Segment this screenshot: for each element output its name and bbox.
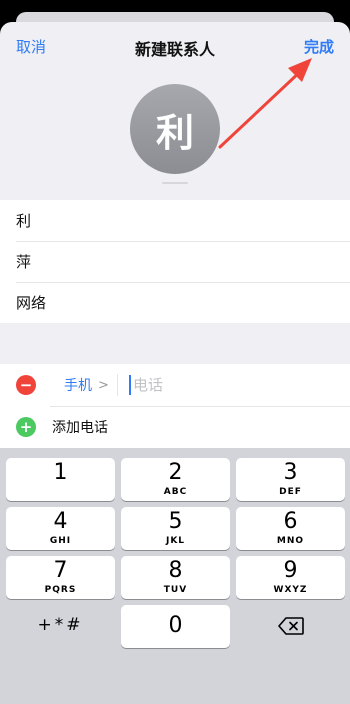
key-3-letters: DEF [279, 487, 302, 497]
key-7-letters: PQRS [44, 585, 77, 595]
phone-entry-row: − 手机 > [0, 364, 350, 406]
symbols-label: +*# [37, 615, 84, 635]
delete-key[interactable] [236, 605, 345, 648]
key-0[interactable]: 0 [121, 605, 230, 648]
key-3-digit: 3 [283, 460, 298, 485]
first-name-value: 利 [16, 212, 32, 230]
avatar-initial: 利 [155, 110, 194, 155]
key-symbols[interactable]: +*# [6, 605, 115, 648]
key-7[interactable]: 7 PQRS [6, 556, 115, 599]
phone-type-label[interactable]: 手机 [64, 375, 92, 395]
delete-backspace-icon [278, 617, 304, 635]
navigation-bar: 取消 新建联系人 完成 [0, 22, 350, 72]
key-2[interactable]: 2 ABC [121, 458, 230, 501]
add-phone-label[interactable]: 添加电话 [52, 417, 108, 437]
first-name-field[interactable]: 利 [0, 200, 350, 241]
key-8-letters: TUV [163, 585, 188, 595]
add-phone-row[interactable]: + 添加电话 [0, 406, 350, 448]
key-6-digit: 6 [283, 509, 298, 534]
add-phone-icon[interactable]: + [16, 417, 36, 437]
remove-phone-icon[interactable]: − [16, 375, 36, 395]
done-button[interactable]: 完成 [304, 36, 334, 57]
avatar-handle [162, 182, 188, 184]
key-3[interactable]: 3 DEF [236, 458, 345, 501]
key-2-digit: 2 [168, 460, 183, 485]
key-1-digit: 1 [53, 460, 68, 485]
key-4-letters: GHI [49, 536, 72, 546]
key-9[interactable]: 9 WXYZ [236, 556, 345, 599]
phone-input[interactable] [133, 372, 333, 398]
key-1[interactable]: 1 [6, 458, 115, 501]
key-4[interactable]: 4 GHI [6, 507, 115, 550]
key-2-letters: ABC [163, 487, 188, 497]
last-name-value: 萍 [16, 253, 32, 271]
key-5-digit: 5 [168, 509, 183, 534]
key-0-digit: 0 [168, 613, 183, 638]
last-name-field[interactable]: 萍 [0, 241, 350, 282]
key-4-digit: 4 [53, 509, 68, 534]
key-7-digit: 7 [53, 558, 68, 583]
key-6-letters: MNO [276, 536, 305, 546]
numeric-keypad: 1 2 ABC 3 DEF 4 GHI 5 JKL 6 MNO 7 PQRS 8… [0, 448, 350, 704]
key-8[interactable]: 8 TUV [121, 556, 230, 599]
text-cursor [129, 375, 131, 395]
phone-fields-group: − 手机 > + 添加电话 [0, 364, 350, 448]
key-5-letters: JKL [165, 536, 186, 546]
key-9-digit: 9 [283, 558, 298, 583]
key-9-letters: WXYZ [273, 585, 308, 595]
key-5[interactable]: 5 JKL [121, 507, 230, 550]
company-value: 网络 [16, 294, 47, 312]
key-6[interactable]: 6 MNO [236, 507, 345, 550]
page-title: 新建联系人 [134, 40, 215, 59]
contact-avatar[interactable]: 利 [130, 84, 220, 174]
key-8-digit: 8 [168, 558, 183, 583]
phone-divider [117, 374, 118, 396]
chevron-right-icon[interactable]: > [98, 378, 109, 393]
company-field[interactable]: 网络 [0, 282, 350, 323]
name-fields-group: 利 萍 网络 [0, 200, 350, 323]
